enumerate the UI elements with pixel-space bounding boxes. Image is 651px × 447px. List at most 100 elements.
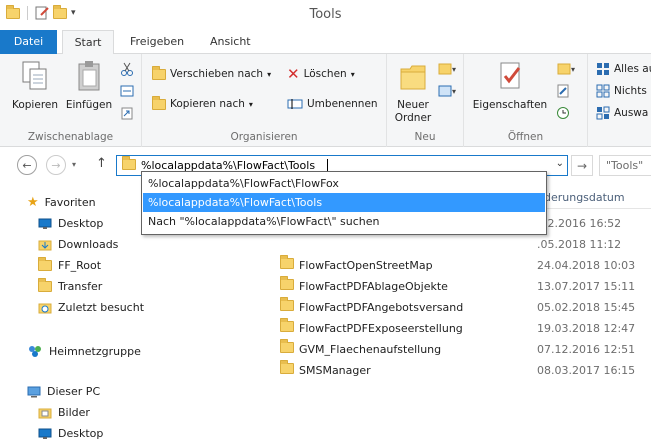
- folder-icon: [38, 257, 52, 271]
- svg-text:▾: ▾: [452, 65, 456, 74]
- file-date: .05.2018 11:12: [537, 238, 622, 251]
- file-row[interactable]: FlowFactPDFAngebotsversand 05.02.2018 15…: [275, 297, 651, 318]
- file-date: 19.03.2018 12:47: [537, 322, 636, 335]
- easy-access-icon[interactable]: ▾: [437, 84, 457, 98]
- history-icon[interactable]: [556, 106, 570, 120]
- folder-icon: [38, 278, 52, 292]
- nav-item-downloads[interactable]: Downloads: [38, 238, 118, 251]
- chevron-down-icon: ▾: [248, 99, 253, 109]
- nav-item-label: Desktop: [58, 427, 104, 440]
- file-row[interactable]: FlowFactPDFAblageObjekte 13.07.2017 15:1…: [275, 276, 651, 297]
- properties-button[interactable]: Eigenschaften: [470, 60, 550, 112]
- select-group: Alles au Nichts Auswa: [588, 54, 651, 147]
- address-folder-icon: [122, 156, 136, 170]
- address-dropdown-icon[interactable]: ⌄: [556, 158, 564, 169]
- select-none-button[interactable]: Nichts: [596, 84, 647, 98]
- copy-to-button[interactable]: Kopieren nach ▾: [152, 95, 253, 110]
- delete-label: Löschen: [303, 68, 347, 80]
- paste-shortcut-icon[interactable]: [120, 106, 134, 120]
- properties-icon: [500, 62, 521, 89]
- properties-label: Eigenschaften: [472, 99, 548, 111]
- edit-icon[interactable]: [556, 84, 570, 98]
- recent-locations-icon[interactable]: ▾: [72, 160, 76, 169]
- nav-item-ff-root[interactable]: FF_Root: [38, 257, 102, 272]
- copy-path-icon[interactable]: [120, 84, 134, 98]
- nav-homegroup-label: Heimnetzgruppe: [49, 344, 141, 358]
- downloads-folder-icon: [38, 240, 52, 250]
- tab-view[interactable]: Ansicht: [198, 30, 263, 54]
- nav-item-label: Desktop: [58, 217, 104, 230]
- cut-icon[interactable]: [120, 62, 134, 76]
- forward-button[interactable]: →: [46, 155, 66, 175]
- nav-this-pc[interactable]: Dieser PC: [27, 385, 100, 398]
- move-to-button[interactable]: Verschieben nach ▾: [152, 65, 272, 80]
- file-row[interactable]: .05.2018 11:12: [275, 234, 651, 255]
- back-button[interactable]: ←: [17, 155, 37, 175]
- delete-button[interactable]: ✕ Löschen ▾: [287, 65, 355, 83]
- svg-text:▾: ▾: [571, 65, 575, 74]
- file-name: SMSManager: [299, 364, 371, 377]
- column-header-date[interactable]: nderungsdatum: [537, 191, 625, 204]
- nav-item-transfer[interactable]: Transfer: [38, 278, 103, 293]
- file-name: FlowFactOpenStreetMap: [299, 259, 433, 272]
- search-box[interactable]: "Tools": [599, 155, 651, 176]
- nav-item-recent[interactable]: Zuletzt besucht: [38, 301, 144, 314]
- copy-folder-icon: [152, 95, 166, 110]
- file-row[interactable]: FlowFactPDFExposeerstellung 19.03.2018 1…: [275, 318, 651, 339]
- file-row[interactable]: FlowFactOpenStreetMap 24.04.2018 10:03: [275, 255, 651, 276]
- nav-homegroup[interactable]: Heimnetzgruppe: [27, 344, 141, 358]
- file-date: 13.07.2017 15:11: [537, 280, 636, 293]
- rename-button[interactable]: Umbenennen: [287, 98, 378, 110]
- nav-item-pc-desktop[interactable]: Desktop: [38, 427, 103, 440]
- new-folder-icon: [400, 65, 426, 90]
- folder-icon: [280, 255, 294, 269]
- star-icon: ★: [27, 195, 39, 210]
- invert-selection-button[interactable]: Auswa: [596, 106, 648, 120]
- tab-file[interactable]: Datei: [0, 30, 57, 54]
- nav-item-pictures[interactable]: Bilder: [38, 406, 90, 419]
- new-item-icon[interactable]: ▾: [437, 62, 457, 76]
- file-date: 08.03.2017 16:15: [537, 364, 636, 377]
- file-date: 24.04.2018 10:03: [537, 259, 636, 272]
- recent-places-icon: [38, 303, 52, 313]
- chevron-down-icon: ▾: [267, 69, 272, 79]
- nav-item-label: FF_Root: [58, 259, 102, 272]
- select-all-button[interactable]: Alles au: [596, 62, 651, 76]
- file-date: .12.2016 16:52: [537, 217, 622, 230]
- tab-share[interactable]: Freigeben: [118, 30, 196, 54]
- copy-button[interactable]: Kopieren: [10, 60, 60, 112]
- chevron-down-icon: ▾: [350, 69, 355, 79]
- clipboard-group-label: Zwischenablage: [27, 131, 114, 143]
- file-name: GVM_Flaechenaufstellung: [299, 343, 442, 356]
- select-none-label: Nichts: [614, 85, 647, 97]
- go-button[interactable]: →: [571, 155, 593, 176]
- file-name: FlowFactPDFAngebotsversand: [299, 301, 464, 314]
- nav-favorites-label: Favoriten: [44, 196, 96, 209]
- nav-item-label: Transfer: [58, 280, 103, 293]
- autocomplete-search-item[interactable]: Nach "%localappdata%\FlowFact\" suchen: [143, 212, 545, 231]
- autocomplete-item-selected[interactable]: %localappdata%\FlowFact\Tools: [143, 193, 545, 212]
- tab-start[interactable]: Start: [62, 30, 114, 55]
- desktop-icon: [38, 428, 52, 439]
- organize-group: Verschieben nach ▾ Kopieren nach ▾ ✕ Lös…: [142, 54, 387, 147]
- organize-group-label: Organisieren: [230, 131, 298, 143]
- select-all-label: Alles au: [614, 63, 651, 75]
- paste-button[interactable]: Einfügen: [64, 60, 114, 112]
- new-folder-button[interactable]: Neuer Ordner: [391, 60, 435, 125]
- ribbon: Kopieren Einfügen Zwischenablage Verschi…: [0, 54, 651, 147]
- folder-icon: [280, 276, 294, 290]
- nav-item-label: Downloads: [58, 238, 119, 251]
- nav-item-desktop[interactable]: Desktop: [38, 217, 103, 230]
- file-row[interactable]: SMSManager 08.03.2017 16:15: [275, 360, 651, 381]
- delete-icon: ✕: [287, 65, 300, 83]
- open-icon[interactable]: ▾: [556, 62, 578, 76]
- invert-selection-icon: [596, 106, 610, 120]
- copy-icon: [22, 61, 47, 90]
- up-button[interactable]: ↑: [96, 156, 107, 171]
- folder-icon: [280, 297, 294, 311]
- move-to-label: Verschieben nach: [170, 68, 264, 80]
- file-row[interactable]: GVM_Flaechenaufstellung 07.12.2016 12:51: [275, 339, 651, 360]
- autocomplete-item[interactable]: %localappdata%\FlowFact\FlowFox: [143, 174, 545, 193]
- folder-icon: [280, 339, 294, 353]
- nav-favorites[interactable]: ★ Favoriten: [27, 195, 96, 210]
